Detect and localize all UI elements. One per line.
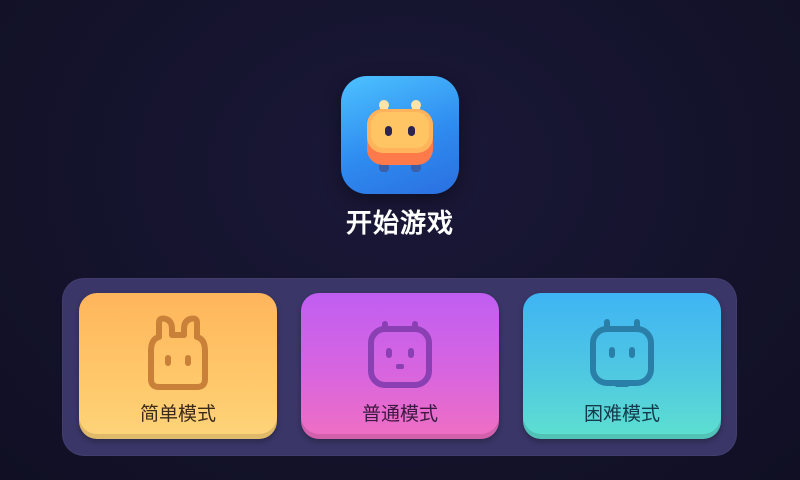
easy-mode-label: 简单模式 xyxy=(139,403,216,425)
easy-mode-button[interactable]: 简单模式 xyxy=(79,293,277,439)
robot-icon xyxy=(367,100,433,172)
start-game-label[interactable]: 开始游戏 xyxy=(300,204,500,244)
hard-mode-button[interactable]: 困难模式 xyxy=(523,293,721,439)
normal-mode-label: 普通模式 xyxy=(361,403,438,425)
hard-mode-label: 困难模式 xyxy=(583,403,660,425)
start-game-app-icon[interactable] xyxy=(341,76,459,194)
game-start-screen: 开始游戏 简单模式 普通模式 困难模式 xyxy=(0,0,800,480)
normal-mode-button[interactable]: 普通模式 xyxy=(301,293,499,439)
